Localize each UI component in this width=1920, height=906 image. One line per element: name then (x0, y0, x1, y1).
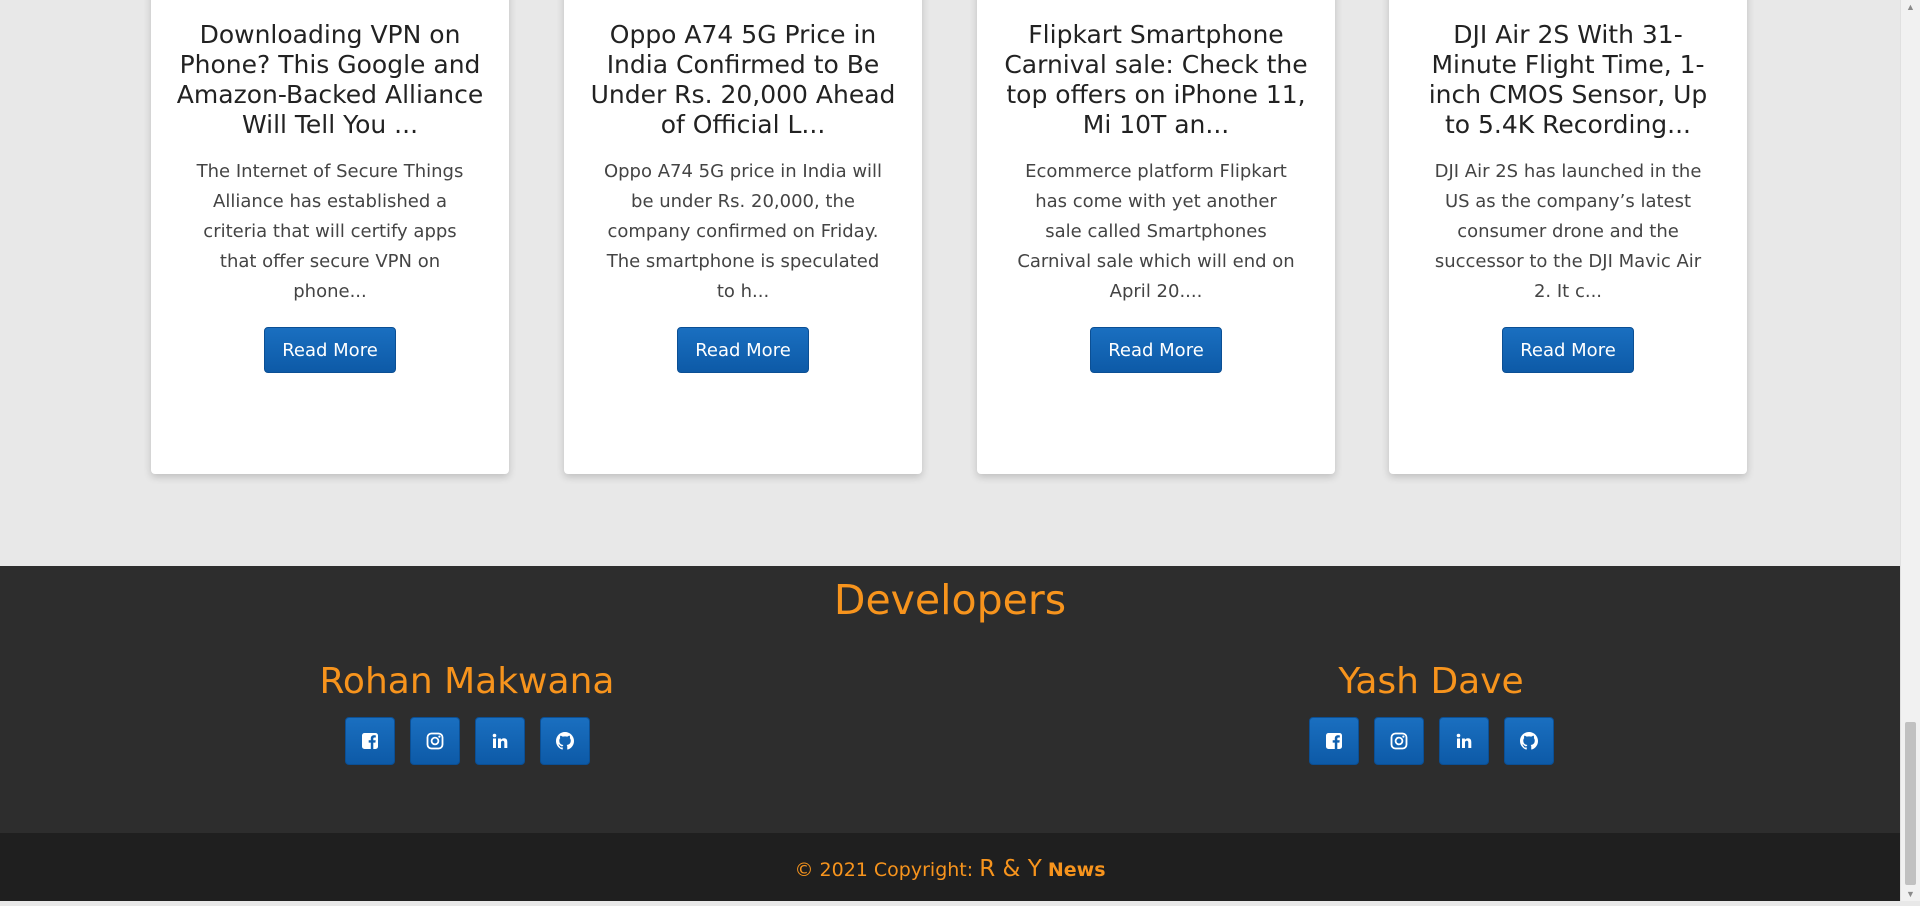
facebook-link[interactable] (344, 717, 395, 765)
news-card: Downloading VPN on Phone? This Google an… (151, 0, 509, 474)
read-more-button[interactable]: Read More (264, 327, 396, 373)
card-title: DJI Air 2S With 31-Minute Flight Time, 1… (1428, 20, 1708, 139)
developer-card: Rohan Makwana (267, 662, 667, 765)
developer-name: Rohan Makwana (319, 661, 615, 702)
copyright-bar: © 2021 Copyright: R & Y News (0, 833, 1900, 901)
github-icon (1519, 732, 1538, 750)
developers-heading: Developers (833, 576, 1067, 624)
news-card: DJI Air 2S With 31-Minute Flight Time, 1… (1389, 0, 1747, 474)
card-title: Oppo A74 5G Price in India Confirmed to … (590, 20, 896, 139)
social-links (1231, 717, 1631, 765)
card-title: Flipkart Smartphone Carnival sale: Check… (1004, 20, 1308, 139)
scroll-thumb[interactable] (1905, 722, 1916, 885)
github-icon (555, 732, 574, 750)
news-cards-row: Downloading VPN on Phone? This Google an… (0, 0, 1900, 566)
read-more-button[interactable]: Read More (1502, 327, 1634, 373)
linkedin-icon (492, 733, 507, 748)
scroll-up-arrow-icon[interactable]: ▲ (1901, 0, 1920, 14)
read-more-button[interactable]: Read More (677, 327, 809, 373)
vertical-scrollbar[interactable]: ▲ ▼ (1900, 0, 1920, 901)
instagram-link[interactable] (409, 717, 460, 765)
brand-news-link[interactable]: News (1048, 859, 1106, 881)
instagram-icon (1390, 732, 1407, 750)
github-link[interactable] (1503, 717, 1554, 765)
brand-letters: R & Y (979, 856, 1042, 882)
card-description: The Internet of Secure Things Alliance h… (196, 161, 464, 302)
developers-footer: Developers Rohan Makwana Yash Dave (0, 566, 1900, 833)
facebook-icon (1325, 733, 1342, 749)
card-description: DJI Air 2S has launched in the US as the… (1434, 161, 1702, 302)
github-link[interactable] (539, 717, 590, 765)
scroll-down-arrow-icon[interactable]: ▼ (1901, 887, 1920, 901)
read-more-button[interactable]: Read More (1090, 327, 1222, 373)
linkedin-link[interactable] (474, 717, 525, 765)
developer-card: Yash Dave (1231, 662, 1631, 765)
instagram-icon (426, 732, 443, 750)
facebook-icon (361, 733, 378, 749)
card-description: Ecommerce platform Flipkart has come wit… (1017, 161, 1295, 302)
news-card: Flipkart Smartphone Carnival sale: Check… (977, 0, 1335, 474)
copyright-text: © 2021 Copyright: (794, 859, 974, 881)
card-description: Oppo A74 5G price in India will be under… (603, 161, 883, 302)
page: Downloading VPN on Phone? This Google an… (0, 0, 1900, 901)
instagram-link[interactable] (1373, 717, 1424, 765)
card-title: Downloading VPN on Phone? This Google an… (176, 20, 484, 139)
linkedin-icon (1456, 733, 1471, 748)
social-links (267, 717, 667, 765)
news-card: Oppo A74 5G Price in India Confirmed to … (564, 0, 922, 474)
facebook-link[interactable] (1308, 717, 1359, 765)
linkedin-link[interactable] (1438, 717, 1489, 765)
developer-name: Yash Dave (1338, 661, 1524, 702)
